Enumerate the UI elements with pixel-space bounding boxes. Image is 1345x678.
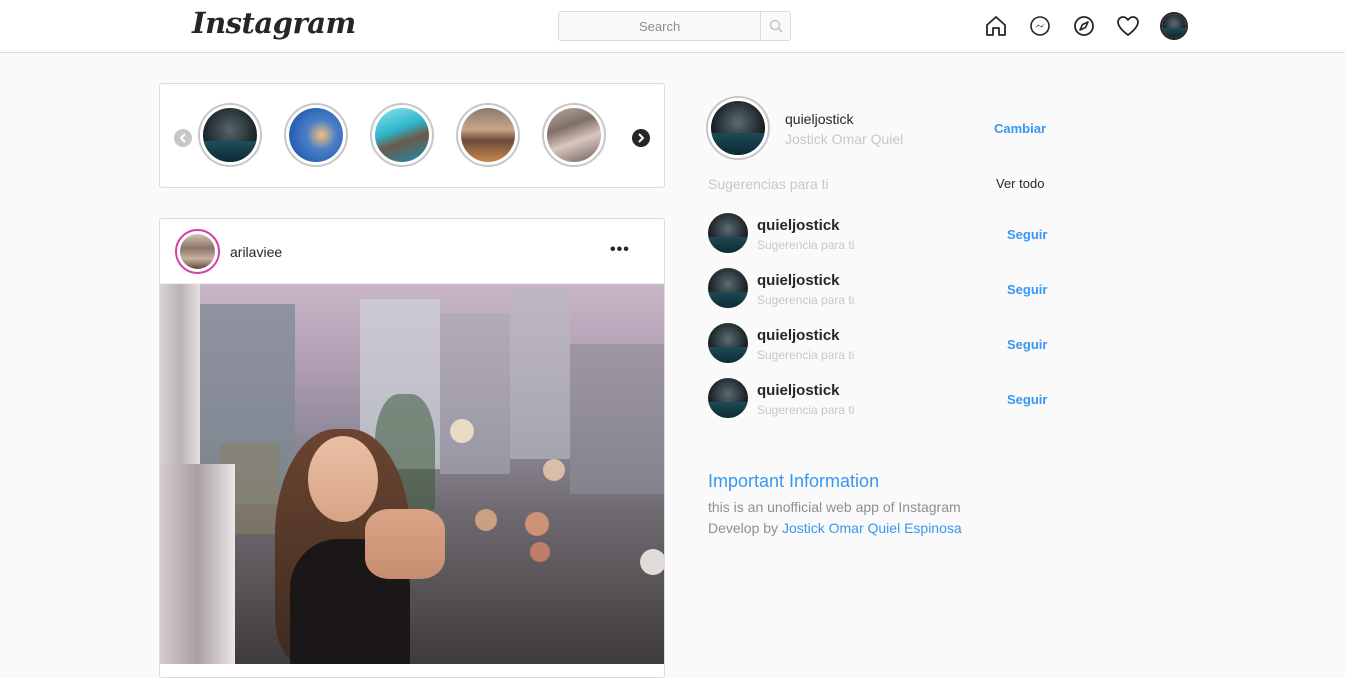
switch-account-button[interactable]: Cambiar xyxy=(994,121,1046,136)
info-text: this is an unofficial web app of Instagr… xyxy=(708,499,961,515)
top-nav-bar: Instagram xyxy=(0,0,1345,53)
suggestion-subtitle: Sugerencia para ti xyxy=(757,403,855,417)
story-item[interactable] xyxy=(198,103,262,167)
suggestion-username[interactable]: quieljostick xyxy=(757,327,840,344)
messenger-icon xyxy=(1030,16,1050,36)
story-avatar xyxy=(547,108,601,162)
feed-post: arilaviee ••• xyxy=(159,218,665,678)
suggestion-item: quieljostick Sugerencia para ti Seguir xyxy=(708,323,1048,365)
story-avatar xyxy=(375,108,429,162)
current-user-avatar[interactable] xyxy=(706,96,770,160)
follow-button[interactable]: Seguir xyxy=(1007,282,1047,297)
activity-button[interactable] xyxy=(1116,14,1140,38)
avatar xyxy=(711,101,765,155)
story-avatar xyxy=(461,108,515,162)
search-box xyxy=(558,11,791,41)
explore-button[interactable] xyxy=(1072,14,1096,38)
avatar[interactable] xyxy=(708,323,748,363)
suggestion-item: quieljostick Sugerencia para ti Seguir xyxy=(708,268,1048,310)
stories-prev-button[interactable] xyxy=(174,129,192,147)
current-full-name: Jostick Omar Quiel xyxy=(785,131,904,147)
chevron-left-icon xyxy=(179,133,186,143)
post-author-username[interactable]: arilaviee xyxy=(230,244,282,260)
follow-button[interactable]: Seguir xyxy=(1007,392,1047,407)
suggestion-item: quieljostick Sugerencia para ti Seguir xyxy=(708,213,1048,255)
nav-icons xyxy=(984,12,1188,40)
avatar[interactable] xyxy=(708,213,748,253)
home-button[interactable] xyxy=(984,14,1008,38)
instagram-logo[interactable]: Instagram xyxy=(192,6,356,40)
home-icon xyxy=(986,16,1006,36)
stories-tray xyxy=(159,83,665,188)
heart-icon xyxy=(1117,16,1139,36)
info-title: Important Information xyxy=(708,471,880,491)
post-header: arilaviee ••• xyxy=(160,219,664,284)
see-all-button[interactable]: Ver todo xyxy=(996,176,1044,191)
story-item[interactable] xyxy=(456,103,520,167)
search-input[interactable] xyxy=(559,12,761,40)
avatar[interactable] xyxy=(708,268,748,308)
follow-button[interactable]: Seguir xyxy=(1007,227,1047,242)
suggestion-item: quieljostick Sugerencia para ti Seguir xyxy=(708,378,1048,420)
messenger-button[interactable] xyxy=(1028,14,1052,38)
suggestion-subtitle: Sugerencia para ti xyxy=(757,293,855,307)
avatar xyxy=(180,234,215,269)
story-avatar xyxy=(203,108,257,162)
suggestion-username[interactable]: quieljostick xyxy=(757,382,840,399)
stories-next-button[interactable] xyxy=(632,129,650,147)
suggestions-title: Sugerencias para ti xyxy=(708,176,829,192)
developer-link[interactable]: Jostick Omar Quiel Espinosa xyxy=(782,520,962,536)
developer-prefix: Develop by xyxy=(708,520,782,536)
story-item[interactable] xyxy=(542,103,606,167)
suggestion-subtitle: Sugerencia para ti xyxy=(757,348,855,362)
avatar xyxy=(1162,14,1186,38)
post-author-avatar[interactable] xyxy=(175,229,220,274)
more-options-icon[interactable]: ••• xyxy=(610,241,630,259)
search-button[interactable] xyxy=(760,12,790,40)
suggestion-subtitle: Sugerencia para ti xyxy=(757,238,855,252)
search-icon xyxy=(769,19,783,33)
current-username[interactable]: quieljostick xyxy=(785,111,853,127)
follow-button[interactable]: Seguir xyxy=(1007,337,1047,352)
avatar[interactable] xyxy=(708,378,748,418)
story-avatar xyxy=(289,108,343,162)
chevron-right-icon xyxy=(638,133,645,143)
developer-credit: Develop by Jostick Omar Quiel Espinosa xyxy=(708,520,962,536)
post-image[interactable] xyxy=(160,284,664,664)
suggestion-username[interactable]: quieljostick xyxy=(757,272,840,289)
compass-icon xyxy=(1074,16,1094,36)
suggestion-username[interactable]: quieljostick xyxy=(757,217,840,234)
profile-avatar[interactable] xyxy=(1160,12,1188,40)
story-item[interactable] xyxy=(284,103,348,167)
story-item[interactable] xyxy=(370,103,434,167)
